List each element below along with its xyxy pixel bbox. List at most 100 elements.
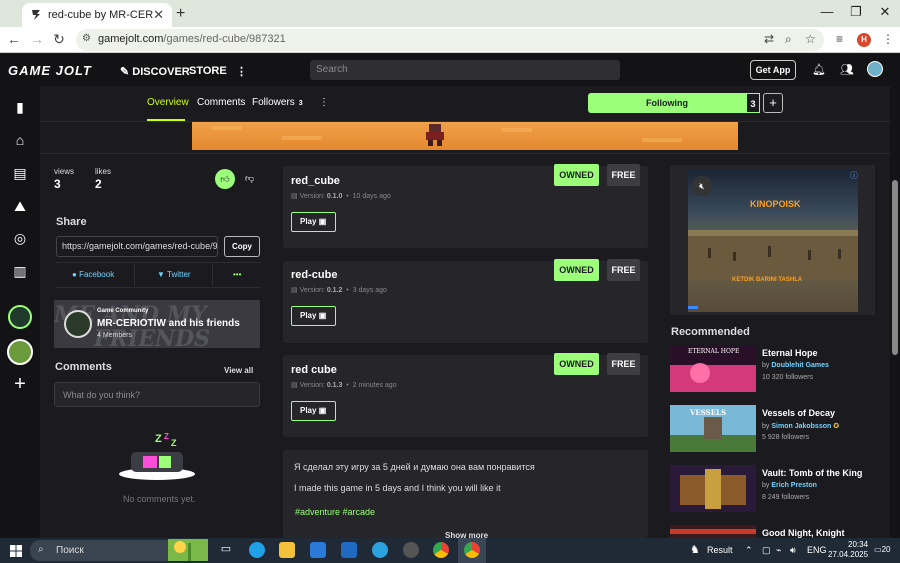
more-share-button[interactable]: ••• <box>233 270 241 279</box>
library-icon[interactable]: ▤ <box>10 165 30 185</box>
share-url-field[interactable]: https://gamejolt.com/games/red-cube/98 <box>56 236 218 257</box>
svg-text:VESSELS: VESSELS <box>689 408 726 417</box>
chrome-active-icon[interactable] <box>464 542 480 558</box>
nav-discover[interactable]: ✎ DISCOVER <box>120 65 190 78</box>
nav-store[interactable]: STORE <box>189 65 227 77</box>
dislike-icon[interactable]: 👎︎ <box>245 173 254 184</box>
comment-input[interactable]: What do you think? <box>54 382 260 407</box>
rec-title[interactable]: Vault: Tomb of the King <box>762 468 862 478</box>
realms-icon[interactable]: ⛰ <box>10 198 30 218</box>
edge-icon[interactable] <box>249 542 265 558</box>
close-tab-icon[interactable]: ✕ <box>153 7 164 23</box>
zoom-icon[interactable]: ⌕ <box>785 32 792 47</box>
mail-icon[interactable] <box>341 542 357 558</box>
friends-icon[interactable]: 👥︎ <box>840 63 854 76</box>
free-badge: FREE <box>607 353 640 375</box>
ad-image[interactable] <box>688 170 858 312</box>
mute-icon[interactable]: 🔇︎ <box>692 176 712 196</box>
play-button[interactable]: Play ▣ <box>291 306 336 326</box>
following-button[interactable]: Following 3 <box>588 93 760 113</box>
chat-icon[interactable]: ◎ <box>10 230 30 250</box>
profile-avatar[interactable]: H <box>857 33 871 47</box>
scrollbar-thumb[interactable] <box>892 180 898 355</box>
gamejolt-logo[interactable]: GAME JOLT <box>8 63 92 78</box>
store-app-icon[interactable] <box>310 542 326 558</box>
browser-tab[interactable]: red-cube by MR-CERIOTIW - Pl ✕ <box>22 3 172 27</box>
more-nav-icon[interactable]: ⋮ <box>236 65 247 78</box>
apps-icon[interactable]: ▥ <box>10 263 30 283</box>
rec-title[interactable]: Eternal Hope <box>762 348 818 358</box>
browser-menu-icon[interactable]: ⋮ <box>882 32 894 46</box>
back-icon[interactable]: ← <box>5 31 23 47</box>
new-tab-icon[interactable]: + <box>176 5 185 23</box>
user-community-icon[interactable] <box>7 339 33 365</box>
copy-button[interactable]: Copy <box>224 236 260 257</box>
chrome-icon[interactable] <box>433 542 449 558</box>
views-label: views <box>54 167 75 176</box>
tab-comments[interactable]: Comments <box>197 97 245 108</box>
ad-info-icon[interactable]: ⓘ <box>850 170 858 181</box>
telegram-icon[interactable] <box>372 542 388 558</box>
svg-text:ETERNAL HOPE: ETERNAL HOPE <box>688 348 739 355</box>
tray-app-icon[interactable]: ▢ <box>762 545 771 556</box>
tray-chevron-icon[interactable]: ⌃ <box>745 545 753 556</box>
translate-icon[interactable]: ⇄ <box>764 32 774 46</box>
file-explorer-icon[interactable] <box>279 542 295 558</box>
rec-followers: 10 320 followers <box>762 374 813 381</box>
notification-count[interactable]: ▭20 <box>874 545 890 554</box>
rec-author[interactable]: by Erich Preston <box>762 482 817 489</box>
notifications-bell-icon[interactable]: 🔔︎ <box>812 63 826 76</box>
rec-title[interactable]: Vessels of Decay <box>762 408 835 418</box>
maximize-icon[interactable]: ❐ <box>846 4 866 20</box>
tab-followers[interactable]: Followers 3 <box>252 97 303 108</box>
search-highlight-image <box>168 539 208 561</box>
rec-thumbnail[interactable]: VESSELS <box>670 405 756 452</box>
activity-icon[interactable]: ▮ <box>10 99 30 119</box>
like-button[interactable]: 👍︎ <box>215 169 235 189</box>
store-icon[interactable]: ⌂ <box>10 132 30 152</box>
facebook-share-button[interactable]: ● Facebook <box>72 270 114 279</box>
build-title: red cube <box>291 364 337 376</box>
forward-icon[interactable]: → <box>28 31 46 47</box>
media-icon[interactable]: ≡ <box>836 32 843 46</box>
user-avatar[interactable] <box>867 61 883 77</box>
play-button[interactable]: Play ▣ <box>291 212 336 232</box>
windows-start-icon[interactable] <box>10 545 22 557</box>
add-to-playlist-button[interactable]: + <box>763 93 783 113</box>
community-icon[interactable] <box>8 305 32 329</box>
result-label[interactable]: Result <box>707 545 733 555</box>
rec-thumbnail[interactable] <box>670 525 756 538</box>
play-button[interactable]: Play ▣ <box>291 401 336 421</box>
rec-thumbnail[interactable]: ETERNAL HOPE <box>670 345 756 392</box>
volume-icon[interactable]: 🔊︎ <box>790 545 796 556</box>
site-info-icon[interactable]: ⚙ <box>82 33 91 44</box>
description-text-en: I made this game in 5 days and I think y… <box>294 483 501 493</box>
close-window-icon[interactable]: ✕ <box>875 4 895 20</box>
ad-caption: KETDIK BARINI TASHLA <box>732 277 803 283</box>
add-community-icon[interactable]: + <box>10 373 30 395</box>
task-view-icon[interactable]: ▭ <box>218 542 234 558</box>
rec-author[interactable]: by Simon Jakobsson ✪ <box>762 422 839 430</box>
rec-thumbnail[interactable] <box>670 465 756 512</box>
description-tags[interactable]: #adventure #arcade <box>295 507 375 517</box>
system-clock[interactable]: 20:34 27.04.2025 <box>828 540 868 560</box>
rec-title[interactable]: Good Night, Knight <box>762 528 844 538</box>
community-name[interactable]: MR-CERIOTIW and his friends <box>97 318 240 329</box>
chrome-profile-icon[interactable] <box>403 542 419 558</box>
minimize-icon[interactable]: — <box>817 4 837 19</box>
bookmark-star-icon[interactable]: ☆ <box>805 32 816 46</box>
get-app-button[interactable]: Get App <box>750 60 796 80</box>
gamejolt-favicon-icon <box>32 10 40 20</box>
ad-logo: KINOPOISK <box>750 199 801 209</box>
url-text[interactable]: gamejolt.com/games/red-cube/987321 <box>98 33 286 45</box>
more-options-icon[interactable]: ⋮ <box>319 97 329 108</box>
tab-overview[interactable]: Overview <box>147 97 189 108</box>
rec-author[interactable]: by Doublehit Games <box>762 362 829 369</box>
reload-icon[interactable]: ↻ <box>50 31 68 48</box>
network-icon[interactable]: ⌁ <box>776 545 781 556</box>
search-input[interactable]: Search <box>310 60 620 80</box>
twitter-share-button[interactable]: ▼ Twitter <box>157 270 191 279</box>
input-language[interactable]: ENG <box>807 545 827 555</box>
view-all-comments-link[interactable]: View all <box>224 366 253 375</box>
rec-followers: 8 249 followers <box>762 494 810 501</box>
